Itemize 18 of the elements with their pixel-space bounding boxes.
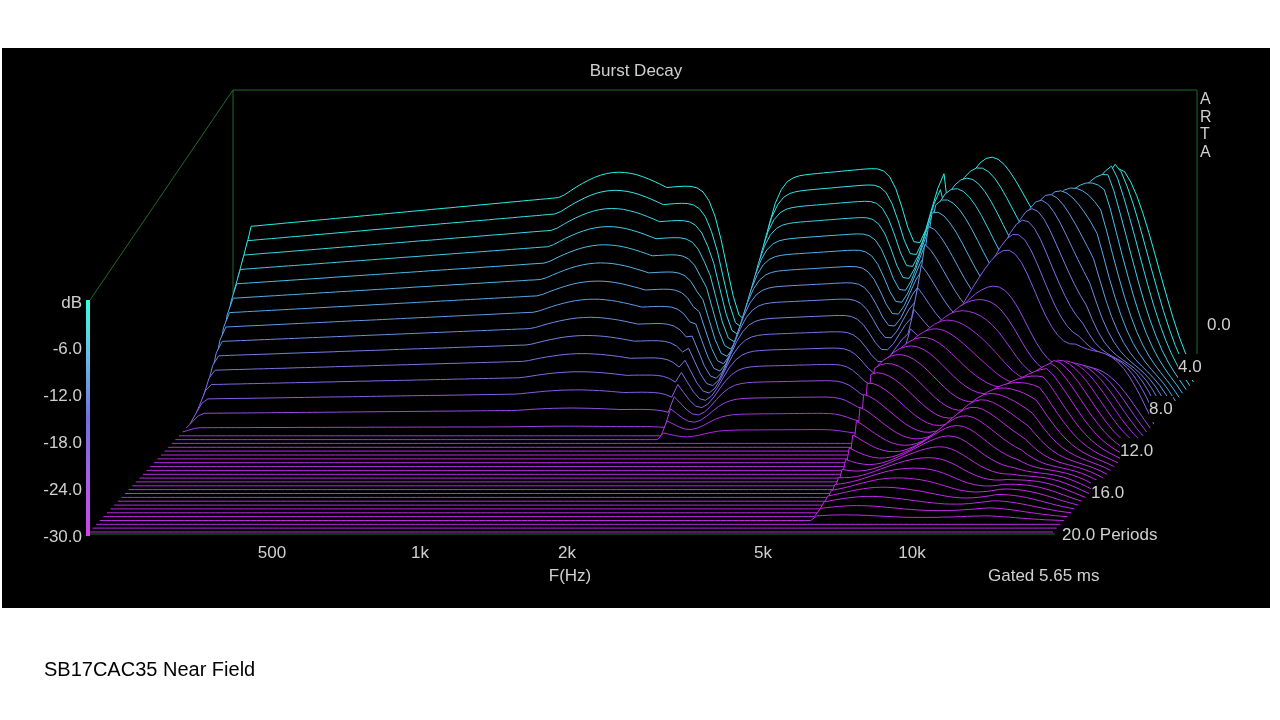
depth-axis-tick-label: 8.0 [1149, 396, 1173, 422]
x-axis-tick-label: 5k [754, 542, 772, 564]
y-axis-tick-label: -18.0 [42, 432, 82, 454]
x-axis-tick-label: 1k [411, 542, 429, 564]
y-axis-tick-label: -6.0 [51, 338, 82, 360]
gating-label: Gated 5.65 ms [988, 565, 1100, 587]
x-axis-label: F(Hz) [548, 565, 592, 587]
depth-axis-tick-label: 4.0 [1178, 354, 1202, 380]
x-axis-tick-label: 500 [257, 542, 287, 564]
y-axis-tick-label: -24.0 [42, 479, 82, 501]
vendor-mark: ARTA [1200, 90, 1213, 161]
x-axis-tick-label: 10k [898, 542, 926, 564]
caption: SB17CAC35 Near Field [44, 657, 257, 682]
y-axis-tick-label: -30.0 [42, 526, 82, 548]
y-axis-tick-label: -12.0 [42, 385, 82, 407]
x-axis-tick-label: 2k [558, 542, 576, 564]
chart-title: Burst Decay [589, 60, 683, 82]
y-axis-unit: dB [60, 292, 82, 314]
